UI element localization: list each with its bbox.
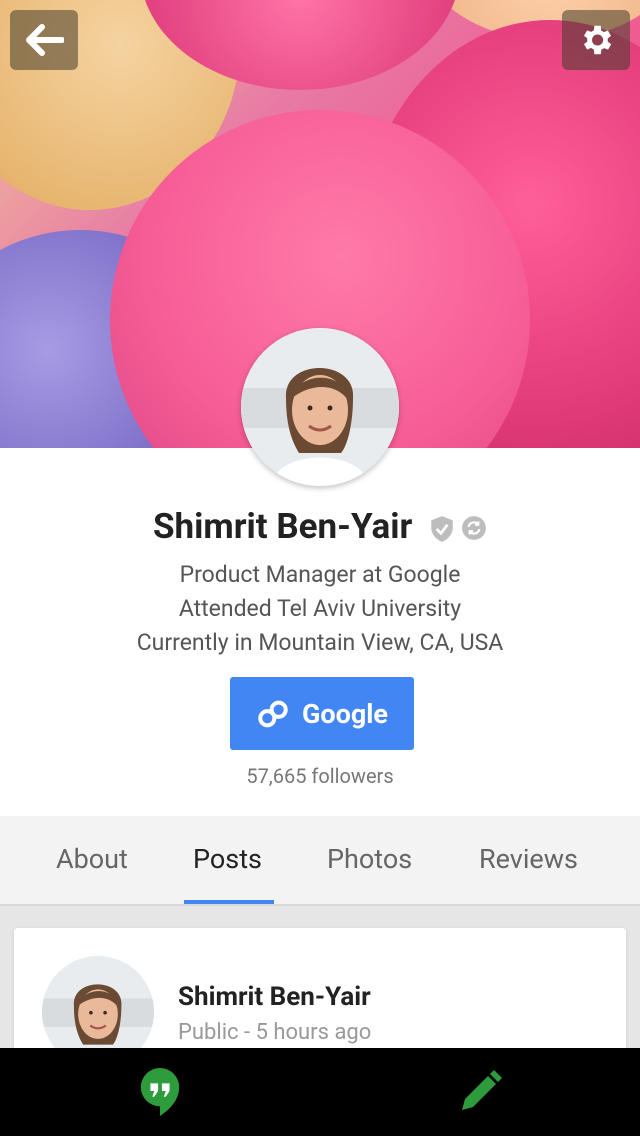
tab-reviews[interactable]: Reviews	[479, 843, 578, 875]
settings-button[interactable]	[562, 10, 630, 70]
avatar-image	[241, 328, 399, 486]
profile-avatar[interactable]	[241, 328, 399, 486]
link-icon	[258, 700, 288, 727]
verified-shield-icon	[431, 515, 453, 542]
bottom-action-bar	[0, 1048, 640, 1136]
back-button[interactable]	[10, 10, 78, 70]
followers-count: 57,665 followers	[246, 764, 394, 788]
profile-name: Shimrit Ben-Yair	[152, 506, 413, 547]
pencil-icon	[462, 1070, 502, 1110]
google-button-label: Google	[301, 697, 389, 730]
tab-photos[interactable]: Photos	[327, 843, 412, 875]
location-line: Currently in Mountain View, CA, USA	[136, 629, 504, 656]
tab-posts[interactable]: Posts	[193, 843, 262, 875]
post-meta: Public - 5 hours ago	[178, 1020, 372, 1045]
write-post-button[interactable]	[454, 1066, 506, 1118]
education-line: Attended Tel Aviv University	[178, 595, 462, 622]
hangouts-icon	[140, 1068, 180, 1116]
active-tab-indicator	[184, 900, 274, 904]
profile-tabs: About Posts Photos Reviews	[0, 816, 640, 906]
gear-icon	[583, 25, 612, 55]
profile-name-row: Shimrit Ben-Yair	[0, 506, 640, 547]
profile-details: Product Manager at Google Attended Tel A…	[0, 558, 640, 660]
post-author-name[interactable]: Shimrit Ben-Yair	[178, 982, 371, 1012]
profile-header: Shimrit Ben-Yair Product Manager at Goog…	[0, 448, 640, 816]
google-link-button[interactable]: Google	[230, 677, 414, 750]
hangouts-button[interactable]	[134, 1066, 186, 1118]
job-line: Product Manager at Google	[179, 561, 461, 588]
tab-about[interactable]: About	[56, 843, 128, 875]
back-arrow-icon	[26, 24, 64, 56]
sync-icon	[462, 515, 486, 540]
